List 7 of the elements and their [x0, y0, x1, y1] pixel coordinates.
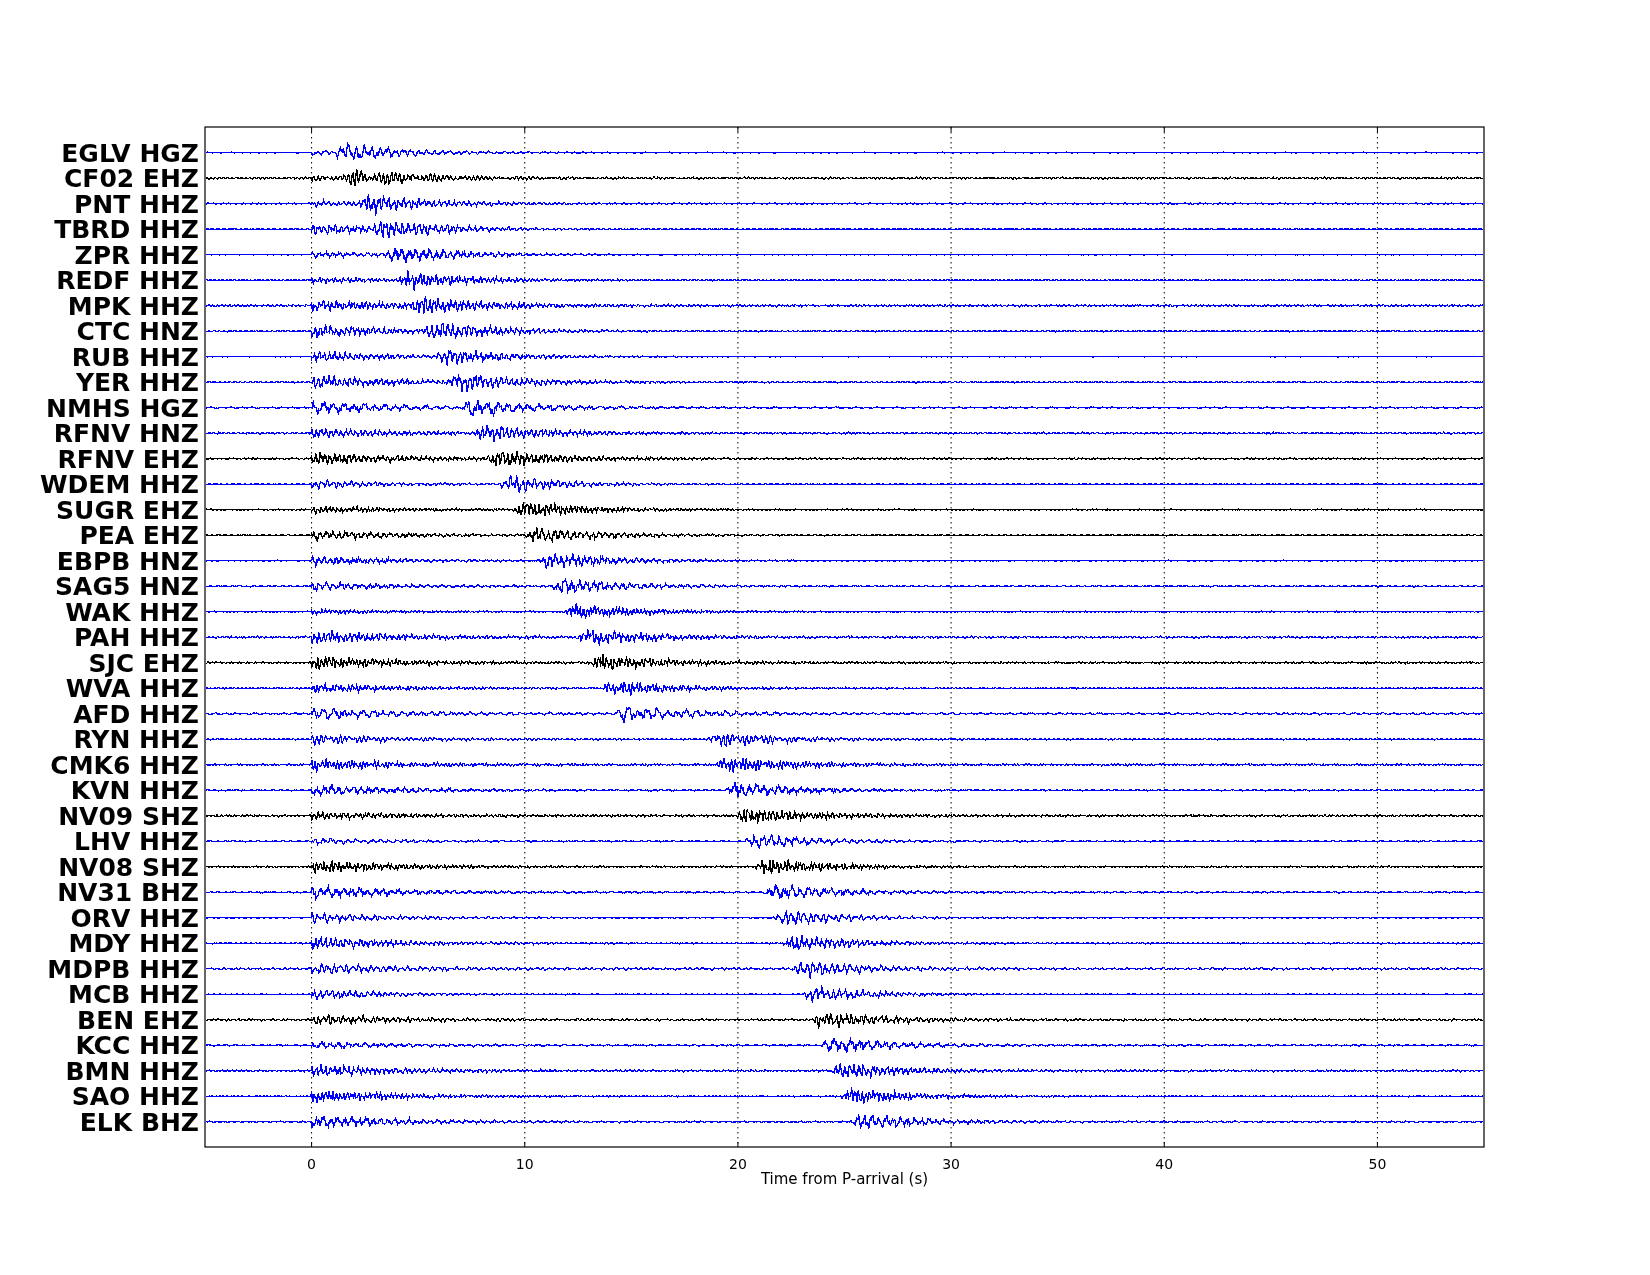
- tick-label: 30: [942, 1156, 960, 1172]
- tick-label: 10: [515, 1156, 534, 1172]
- tick-label: 40: [1155, 1156, 1174, 1172]
- tick-label: 0: [307, 1156, 317, 1172]
- axis-label: Time from P-arrival (s): [760, 1170, 929, 1188]
- tick-label: 20: [729, 1156, 747, 1172]
- tick-label: 50: [1368, 1156, 1387, 1172]
